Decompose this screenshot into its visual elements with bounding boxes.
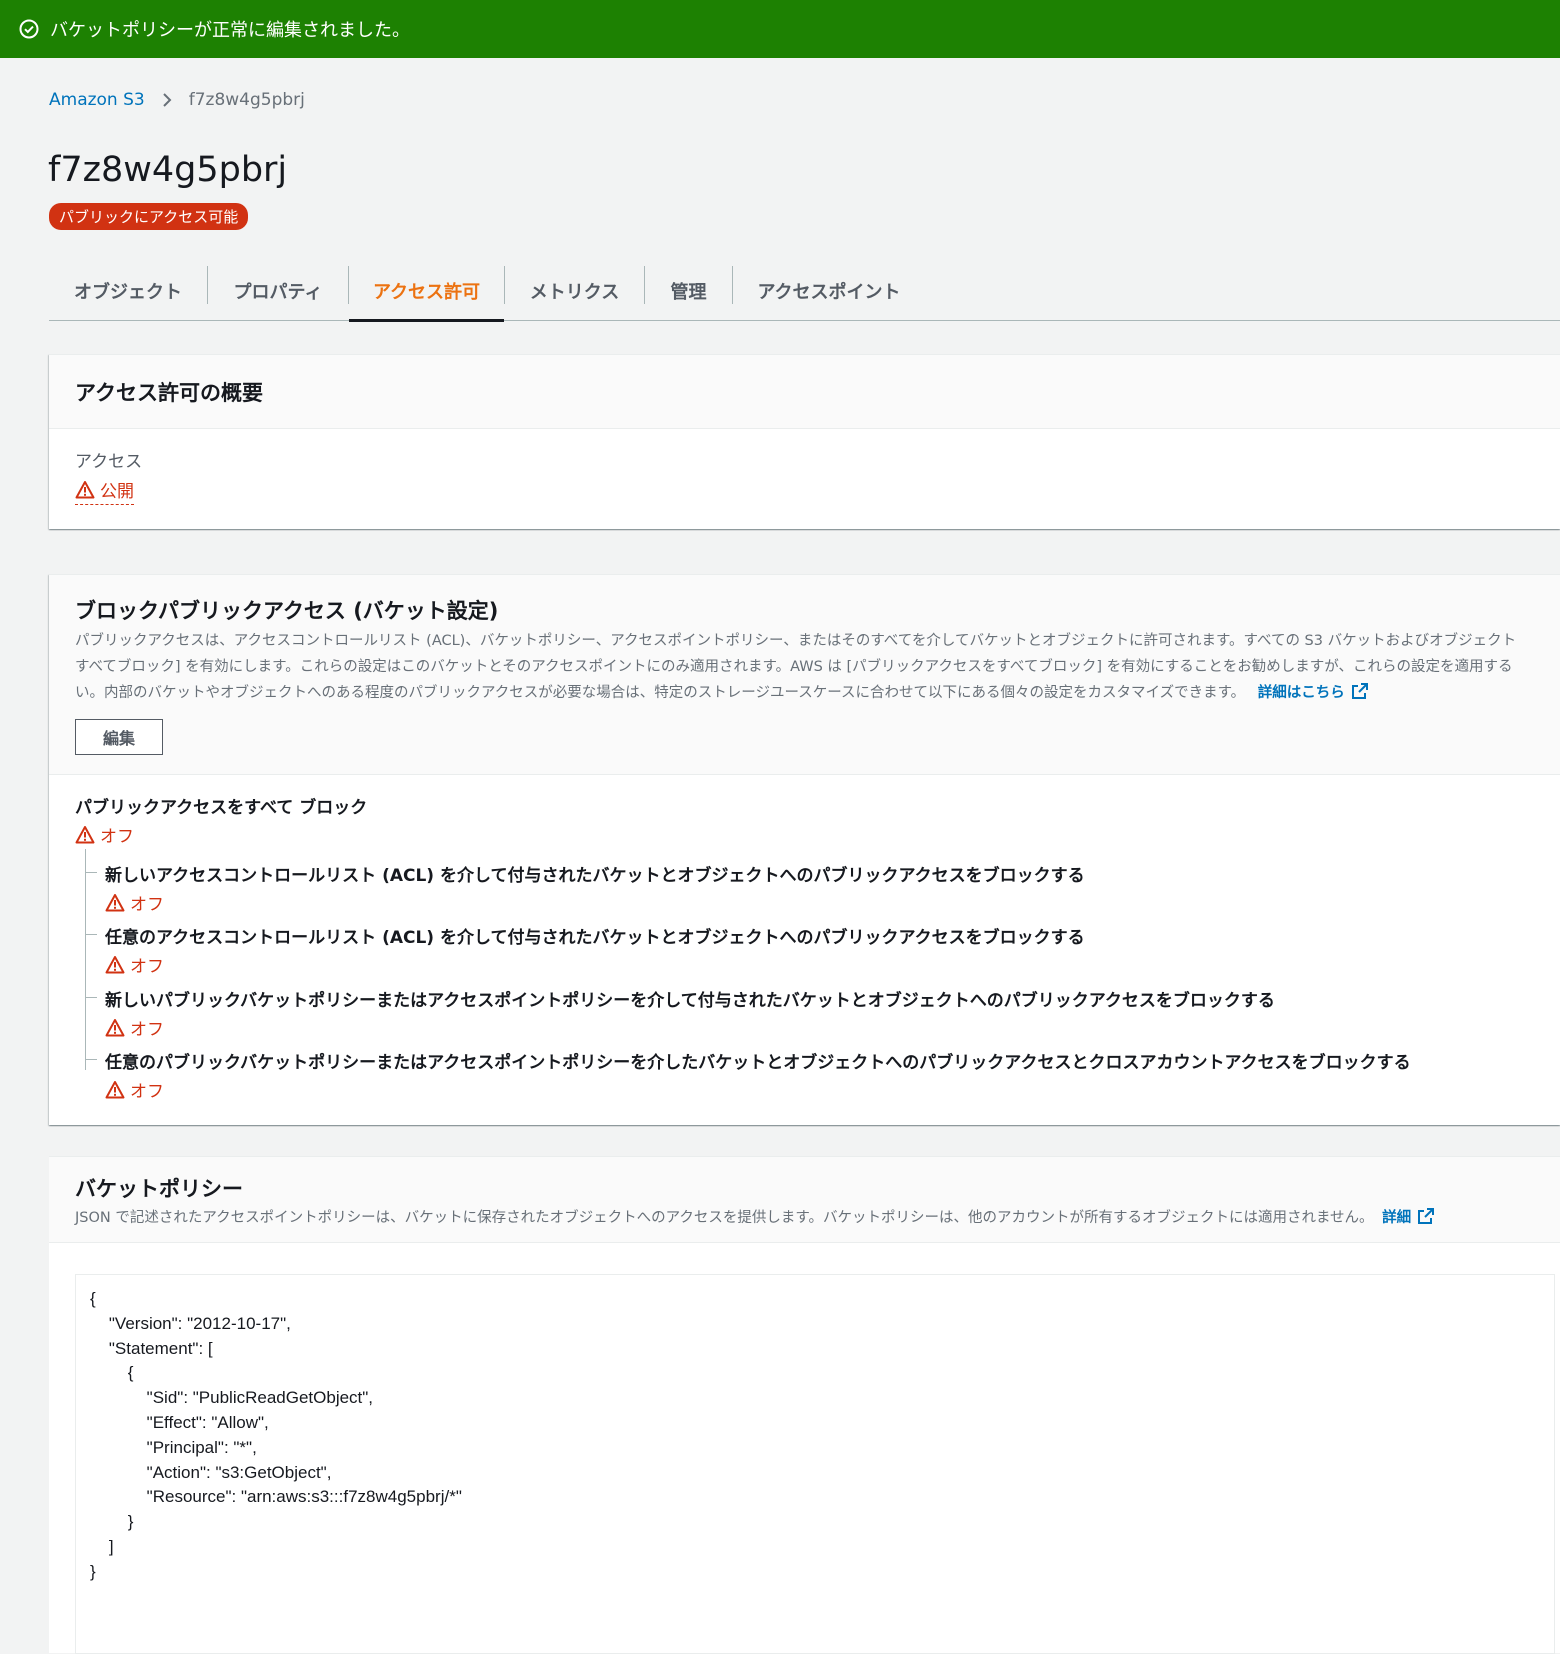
warning-icon — [75, 825, 95, 845]
access-status-text: 公開 — [100, 482, 134, 502]
setting-label: 任意のアクセスコントロールリスト (ACL) を介して付与されたバケットとオブジ… — [105, 928, 1085, 948]
learn-more-link[interactable]: 詳細はこちら — [1258, 682, 1369, 701]
access-value[interactable]: 公開 — [75, 477, 134, 505]
sub-setting-any-acl: 任意のアクセスコントロールリスト (ACL) を介して付与されたバケットとオブジ… — [105, 923, 1085, 979]
sub-setting-new-acl: 新しいアクセスコントロールリスト (ACL) を介して付与されたバケットとオブジ… — [105, 861, 1085, 917]
tree-tick — [85, 997, 97, 998]
description-line: すべてブロック] を有効にします。これらの設定はこのバケットとそのアクセスポイン… — [75, 659, 1513, 675]
tree-tick — [85, 1059, 97, 1060]
warning-icon — [105, 1080, 125, 1100]
setting-label: 新しいパブリックバケットポリシーまたはアクセスポイントポリシーを介して付与された… — [105, 991, 1275, 1011]
flash-message: バケットポリシーが正常に編集されました。 — [50, 20, 410, 41]
edit-button[interactable]: 編集 — [75, 719, 163, 755]
tree-tick — [85, 934, 97, 935]
success-flash-bar: バケットポリシーが正常に編集されました。 — [0, 0, 1560, 58]
tab-bar: オブジェクト プロパティ アクセス許可 メトリクス 管理 アクセスポイント — [49, 262, 1560, 322]
description-line: パブリックアクセスは、アクセスコントロールリスト (ACL)、バケットポリシー、… — [75, 633, 1517, 649]
setting-label: 新しいアクセスコントロールリスト (ACL) を介して付与されたバケットとオブジ… — [105, 866, 1085, 886]
tab-properties[interactable]: プロパティ — [208, 262, 348, 320]
policy-json-code: { "Version": "2012-10-17", "Statement": … — [90, 1289, 462, 1581]
setting-status: オフ — [130, 957, 164, 977]
setting-status: オフ — [100, 827, 134, 847]
tree-tick — [85, 872, 97, 873]
panel-header: ブロックパブリックアクセス (バケット設定) パブリックアクセスは、アクセスコン… — [49, 575, 1560, 775]
sub-setting-new-policy: 新しいパブリックバケットポリシーまたはアクセスポイントポリシーを介して付与された… — [105, 986, 1275, 1042]
breadcrumb: Amazon S3 f7z8w4g5pbrj — [49, 90, 305, 110]
panel-header: アクセス許可の概要 — [49, 355, 1560, 429]
setting-label: 任意のパブリックバケットポリシーまたはアクセスポイントポリシーを介したバケットと… — [105, 1053, 1411, 1073]
panel-description: パブリックアクセスは、アクセスコントロールリスト (ACL)、バケットポリシー、… — [75, 628, 1560, 706]
learn-more-link[interactable]: 詳細 — [1382, 1207, 1435, 1226]
external-link-icon — [1417, 1207, 1435, 1225]
tab-metrics[interactable]: メトリクス — [505, 262, 644, 320]
warning-icon — [105, 1018, 125, 1038]
warning-icon — [105, 893, 125, 913]
access-label: アクセス — [75, 452, 143, 472]
panel-title: アクセス許可の概要 — [75, 380, 263, 405]
permissions-overview-panel: アクセス許可の概要 アクセス 公開 — [49, 354, 1560, 529]
bucket-policy-panel: バケットポリシー JSON で記述されたアクセスポイントポリシーは、バケットに保… — [49, 1156, 1560, 1654]
tab-access-points[interactable]: アクセスポイント — [733, 262, 925, 320]
external-link-icon — [1351, 682, 1369, 700]
setting-status: オフ — [130, 1082, 164, 1102]
breadcrumb-current: f7z8w4g5pbrj — [188, 90, 305, 110]
tab-management[interactable]: 管理 — [645, 262, 732, 320]
chevron-right-icon — [161, 91, 173, 109]
sub-setting-any-policy: 任意のパブリックバケットポリシーまたはアクセスポイントポリシーを介したバケットと… — [105, 1048, 1411, 1104]
block-public-access-panel: ブロックパブリックアクセス (バケット設定) パブリックアクセスは、アクセスコン… — [49, 574, 1560, 1125]
page-title: f7z8w4g5pbrj — [48, 150, 288, 190]
warning-icon — [105, 955, 125, 975]
policy-json-viewer[interactable]: { "Version": "2012-10-17", "Statement": … — [75, 1274, 1555, 1654]
panel-description: JSON で記述されたアクセスポイントポリシーは、バケットに保存されたオブジェク… — [75, 1210, 1374, 1226]
tree-line — [85, 849, 86, 1070]
tab-permissions[interactable]: アクセス許可 — [349, 262, 504, 322]
setting-status: オフ — [130, 895, 164, 915]
check-circle-icon — [18, 18, 40, 40]
warning-icon — [75, 480, 95, 500]
panel-header: バケットポリシー JSON で記述されたアクセスポイントポリシーは、バケットに保… — [49, 1157, 1560, 1243]
public-access-badge: パブリックにアクセス可能 — [49, 203, 249, 230]
panel-title: ブロックパブリックアクセス (バケット設定) — [75, 599, 499, 623]
breadcrumb-amazon-s3[interactable]: Amazon S3 — [49, 90, 145, 110]
description-line: い。内部のバケットやオブジェクトへのある程度のパブリックアクセスが必要な場合は、… — [75, 685, 1246, 701]
block-all-setting: パブリックアクセスをすべて ブロック オフ — [75, 793, 367, 849]
tab-objects[interactable]: オブジェクト — [49, 262, 207, 320]
setting-label: パブリックアクセスをすべて ブロック — [75, 798, 368, 818]
panel-title: バケットポリシー — [75, 1177, 243, 1201]
setting-status: オフ — [130, 1020, 164, 1040]
